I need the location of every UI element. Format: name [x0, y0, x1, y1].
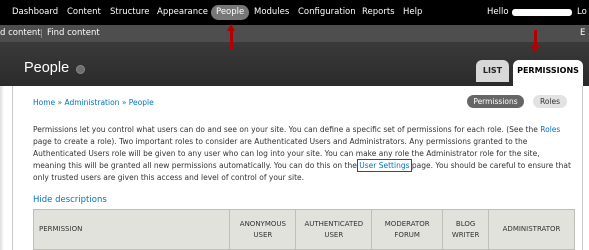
toolbar-item-dashboard[interactable]: Dashboard — [12, 0, 58, 25]
page-title: People — [24, 60, 70, 76]
hide-descriptions-link[interactable]: Hide descriptions — [33, 195, 107, 205]
table-header-row: PERMISSION ANONYMOUS USER AUTHENTICATED US… — [32, 209, 575, 250]
column-header-label: USER — [324, 230, 344, 239]
toolbar-item-content[interactable]: Content — [67, 0, 101, 25]
hello-text: Hello — [487, 7, 509, 17]
roles-link[interactable]: Roles — [540, 125, 560, 134]
toolbar-item-structure[interactable]: Structure — [110, 0, 150, 25]
breadcrumb-home[interactable]: Home — [33, 98, 55, 107]
column-header-label: AUTHENTICATED — [304, 219, 364, 228]
toolbar-item-appearance[interactable]: Appearance — [157, 0, 208, 25]
column-header-anonymous-user: ANONYMOUS USER — [229, 209, 297, 250]
column-header-label: BLOG — [455, 219, 476, 228]
permissions-table: PERMISSION ANONYMOUS USER AUTHENTICATED US… — [32, 209, 575, 250]
tab-list[interactable]: LIST — [476, 60, 509, 82]
toolbar-item-help[interactable]: Help — [403, 0, 422, 25]
description-text: Permissions let you control what users c… — [33, 125, 541, 134]
column-header-label: FORUM — [394, 230, 420, 239]
breadcrumb: Home » Administration » People — [33, 98, 154, 107]
edit-shortcuts-link[interactable]: E — [580, 25, 585, 42]
column-header-permission: PERMISSION — [32, 209, 231, 250]
breadcrumb-administration[interactable]: Administration — [65, 98, 120, 107]
breadcrumb-separator: » — [121, 98, 127, 107]
breadcrumb-people[interactable]: People — [129, 98, 154, 107]
column-header-administrator: ADMINISTRATOR — [488, 209, 575, 250]
toolbar-item-people[interactable]: People — [211, 5, 250, 20]
column-header-label: PERMISSION — [39, 225, 83, 233]
shortcut-add-content[interactable]: d content — [0, 25, 41, 42]
column-header-label: USER — [253, 230, 273, 239]
admin-toolbar: Dashboard Content Structure Appearance P… — [0, 0, 589, 25]
secondary-tab-roles[interactable]: Roles — [533, 95, 567, 108]
toolbar-item-reports[interactable]: Reports — [362, 0, 395, 25]
breadcrumb-separator: » — [57, 98, 63, 107]
toolbar-item-modules[interactable]: Modules — [254, 0, 289, 25]
column-header-authenticated-user: AUTHENTICATED USER — [295, 209, 373, 250]
shortcut-separator — [41, 29, 42, 38]
column-header-label: ANONYMOUS — [239, 219, 286, 228]
toolbar-item-configuration[interactable]: Configuration — [298, 0, 356, 25]
permissions-description: Permissions let you control what users c… — [33, 124, 573, 184]
shortcuts-bar: d content Find content E — [0, 25, 589, 42]
column-header-blog-writer: BLOG WRITER — [442, 209, 490, 250]
column-header-label: ADMINISTRATOR — [502, 225, 561, 233]
tab-permissions[interactable]: PERMISSIONS — [513, 60, 583, 86]
column-header-label: MODERATOR — [384, 219, 430, 228]
user-settings-link[interactable]: User Settings — [357, 159, 412, 172]
add-shortcut-icon[interactable] — [76, 65, 85, 74]
logout-link[interactable]: Lo — [577, 0, 587, 25]
column-header-moderator-forum: MODERATOR FORUM — [371, 209, 444, 250]
shortcut-find-content[interactable]: Find content — [47, 25, 100, 42]
column-header-label: WRITER — [451, 230, 480, 239]
username-redacted[interactable] — [512, 9, 572, 16]
secondary-tab-permissions[interactable]: Permissions — [467, 95, 524, 108]
